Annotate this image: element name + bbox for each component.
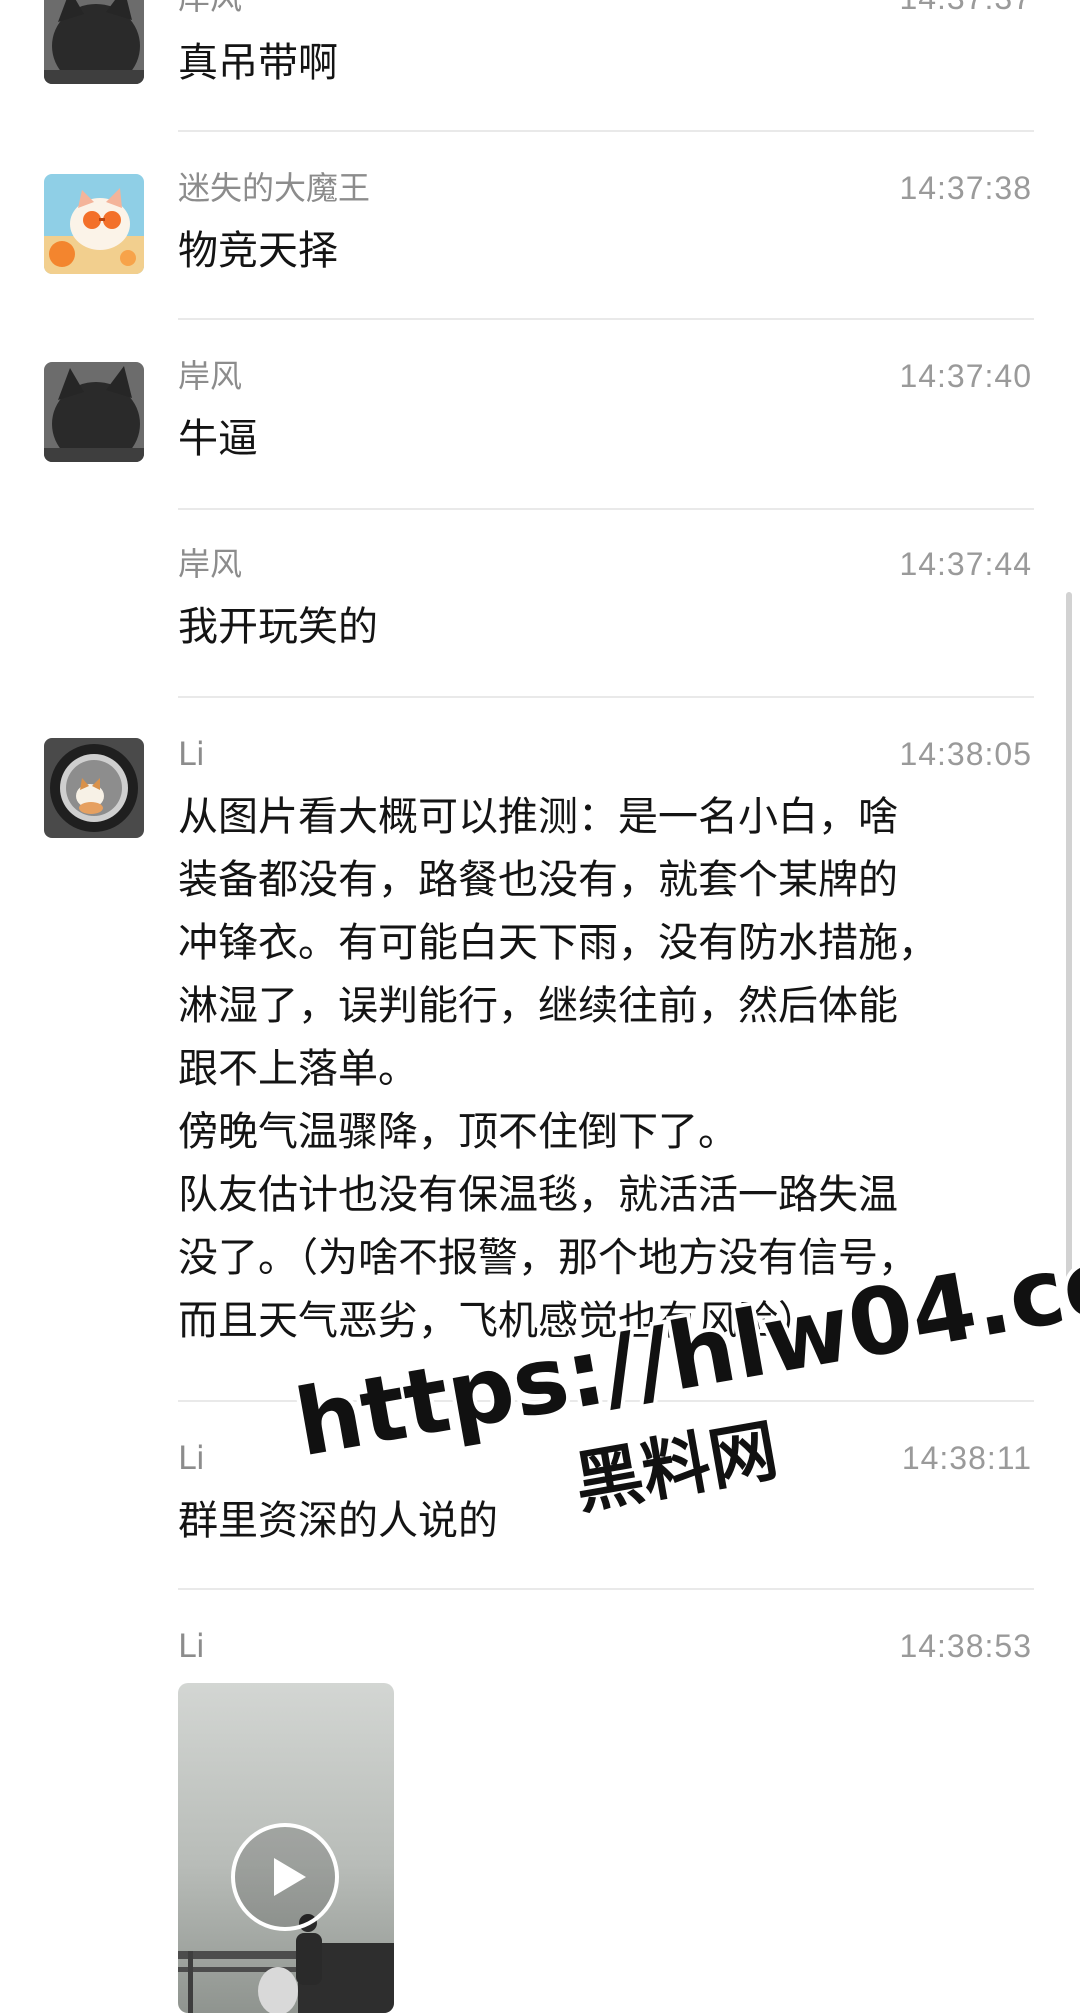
play-icon bbox=[231, 1823, 339, 1931]
message-time: 14:38:05 bbox=[899, 736, 1032, 772]
message-text[interactable]: 牛逼 bbox=[178, 408, 1038, 471]
message-text[interactable]: 真吊带啊 bbox=[178, 32, 1038, 95]
message-time: 14:38:53 bbox=[899, 1628, 1032, 1664]
message-time: 14:38:11 bbox=[901, 1440, 1032, 1476]
message-divider bbox=[178, 318, 1034, 320]
sender-name: Li bbox=[178, 1627, 205, 1665]
sender-name: 岸风 bbox=[178, 0, 242, 18]
message-text[interactable]: 从图片看大概可以推测：是一名小白，啥 装备都没有，路餐也没有，就套个某牌的 冲锋… bbox=[178, 786, 1038, 1353]
message-time: 14:37:40 bbox=[899, 358, 1032, 394]
sender-name: 岸风 bbox=[178, 545, 243, 583]
message-time: 14:37:37 bbox=[899, 0, 1032, 18]
message-time: 14:37:44 bbox=[899, 546, 1032, 582]
message-divider bbox=[178, 130, 1034, 132]
video-play-button[interactable] bbox=[230, 1822, 340, 1932]
message-text[interactable]: 我开玩笑的 bbox=[178, 596, 1038, 659]
message-time: 14:37:38 bbox=[899, 170, 1032, 206]
sender-name: 迷失的大魔王 bbox=[178, 169, 371, 207]
message-text[interactable]: 物竞天择 bbox=[178, 220, 1038, 283]
sender-name: Li bbox=[178, 735, 205, 773]
sender-name: Li bbox=[178, 1439, 205, 1477]
dark-cat-avatar[interactable] bbox=[44, 0, 144, 84]
message-divider bbox=[178, 1400, 1034, 1402]
message-divider bbox=[178, 696, 1034, 698]
scrollbar[interactable] bbox=[1066, 592, 1072, 1282]
cartoon-cat-sunglasses-avatar[interactable] bbox=[44, 174, 144, 274]
message-divider bbox=[178, 1588, 1034, 1590]
cat-in-washing-machine-avatar[interactable] bbox=[44, 738, 144, 838]
chat-history-list[interactable]: 岸风 14:37:37 真吊带啊 迷失的大魔王 14:37:38 物竞天择 bbox=[0, 0, 1080, 2013]
message-text[interactable]: 群里资深的人说的 bbox=[178, 1490, 1038, 1553]
sender-name: 岸风 bbox=[178, 357, 243, 395]
dark-cat-avatar[interactable] bbox=[44, 362, 144, 462]
message-divider bbox=[178, 508, 1034, 510]
